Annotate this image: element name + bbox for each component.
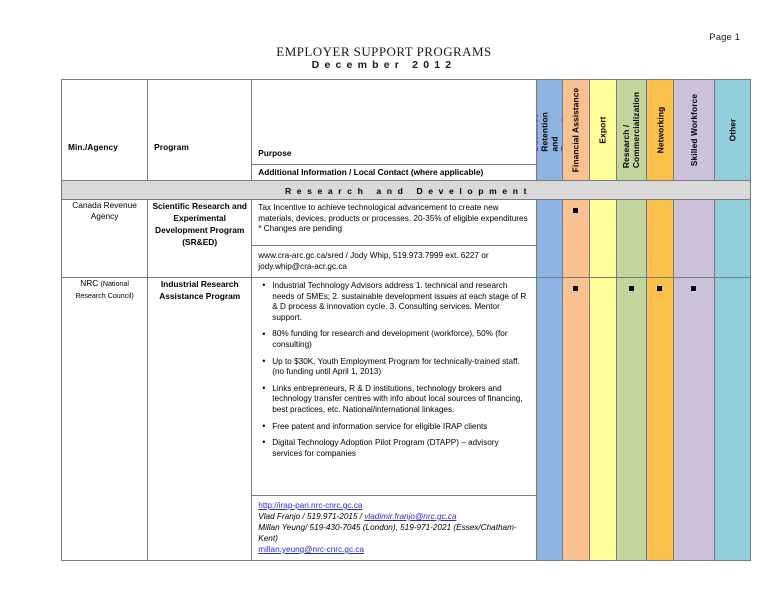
table-header-row: Min./Agency Program Purpose Additional Info… [60, 79, 752, 181]
header-label-agency: Min./Agency [68, 142, 118, 152]
cell-agency: NRC (National Research Council) [60, 276, 149, 561]
category-mark-icon [573, 285, 579, 291]
cell-category-networking [645, 199, 674, 278]
cell-category-skilled-workforce [672, 199, 715, 278]
cell-category-business-retention-and-expansion [535, 276, 563, 561]
contact-text: www.cra-arc.gc.ca/sred / Jody Whip, 519.… [258, 250, 489, 260]
cell-purpose-wrapper: Tax Incentive to achieve technological a… [251, 199, 537, 278]
category-mark-icon [628, 285, 634, 291]
cell-purpose-wrapper: Industrial Technology Advisors address 1… [251, 276, 537, 561]
header-cell-category-other: Other [713, 79, 752, 181]
cell-agency: Canada Revenue Agency [60, 199, 149, 278]
document-page: Page 1 EMPLOYER SUPPORT PROGRAMS Decembe… [0, 0, 768, 593]
header-cell-category-export: Export [588, 79, 617, 181]
cell-category-other [713, 276, 752, 561]
page-subtitle: December 2012 [311, 59, 457, 71]
programs-table: Min./Agency Program Purpose Additional Info… [60, 79, 752, 561]
purpose-bullet: Digital Technology Adoption Pilot Progra… [262, 437, 529, 460]
contact-line: millan.yeung@nrc-cnrc.gc.ca [258, 544, 529, 555]
header-cell-program: Program [147, 79, 253, 181]
cell-category-skilled-workforce [672, 276, 715, 561]
header-cell-agency: Min./Agency [60, 79, 149, 181]
cell-program: Scientific Research and Experimental Dev… [147, 199, 253, 278]
cell-purpose: Industrial Technology Advisors address 1… [252, 278, 536, 496]
cell-contact: http://irap-pari.nrc-cnrc.gc.ca Vlad Fran… [252, 496, 535, 560]
header-cell-category-skilled-workforce: Skilled Workforce [672, 79, 715, 181]
contact-line: www.cra-arc.gc.ca/sred / Jody Whip, 519.… [258, 250, 529, 261]
page-title: EMPLOYER SUPPORT PROGRAMS [276, 44, 492, 59]
table-row: Canada Revenue Agency Scientific Research … [60, 199, 752, 278]
page-number: Page 1 [709, 32, 740, 43]
category-mark-icon [691, 285, 697, 291]
category-mark-icon [573, 208, 579, 213]
header-cell-category-business-retention-and-expansion: Business Retention and Expansion [535, 79, 563, 181]
category-mark-icon [657, 285, 663, 291]
section-label: Research and Development [284, 186, 533, 196]
purpose-bullet: Up to $30K. Youth Employment Program for… [262, 356, 529, 379]
cell-category-networking [645, 276, 674, 561]
header-cell-category-financial-assistance: Financial Assistance [561, 79, 590, 181]
purpose-bullet: Free patent and information service for … [262, 421, 529, 433]
table-row: NRC (National Research Council) Industrial… [60, 276, 752, 561]
contact-link[interactable]: millan.yeung@nrc-cnrc.gc.ca [258, 545, 364, 554]
cell-contact: www.cra-arc.gc.ca/sred / Jody Whip, 519.… [252, 246, 535, 277]
purpose-bullet: Links entrepreneurs, R & D institutions,… [262, 383, 529, 416]
cell-category-financial-assistance [561, 199, 590, 278]
header-label-category: Financial Assistance [570, 87, 581, 173]
header-label-category: Export [597, 116, 608, 144]
purpose-bullet-list: Industrial Technology Advisors address 1… [258, 280, 529, 460]
section-divider-row: Research and Development [61, 180, 751, 200]
contact-line: Vlad Franjo / 519.971-2015 / vladimir.fr… [258, 511, 529, 522]
header-label-purpose: Purpose [252, 80, 536, 165]
section-divider-cell: Research and Development [61, 180, 751, 200]
contact-line: jody.whip@cra-acr.gc.ca [258, 261, 529, 272]
cell-category-export [588, 276, 617, 561]
cell-program: Industrial Research Assistance Program [147, 276, 253, 561]
contact-text: Vlad Franjo / 519.971-2015 / [258, 511, 365, 521]
header-label-category: Business Retention and Expansion [536, 108, 562, 152]
header-label-category: Other [727, 118, 738, 142]
header-label-category: Networking [654, 106, 665, 154]
contact-text: jody.whip@cra-acr.gc.ca [258, 261, 347, 271]
header-cell-purpose: Purpose Additional Information / Local Co… [251, 79, 537, 181]
contact-link[interactable]: http://irap-pari.nrc-cnrc.gc.ca [258, 501, 362, 510]
contact-text: Millan Yeung/ 519-430-7045 (London), 519… [258, 522, 517, 543]
cell-category-research-commercialization [615, 199, 647, 278]
header-label-additional-info: Additional Information / Local Contact (… [258, 167, 484, 177]
cell-category-other [713, 199, 752, 278]
contact-line: http://irap-pari.nrc-cnrc.gc.ca [258, 500, 529, 511]
cell-category-business-retention-and-expansion [535, 199, 563, 278]
cell-category-export [588, 199, 617, 278]
contact-line: Millan Yeung/ 519-430-7045 (London), 519… [258, 522, 529, 544]
purpose-bullet: 80% funding for research and development… [262, 329, 529, 351]
header-cell-category-research-commercialization: Research / Commercialization [615, 79, 647, 181]
header-cell-category-networking: Networking [645, 79, 674, 181]
header-label-category: Skilled Workforce [688, 93, 699, 167]
header-label-category: Research / Commercialization [621, 91, 642, 169]
header-label-program: Program [154, 142, 189, 152]
contact-link[interactable]: vladimir.franjo@nrc.gc.ca [364, 512, 456, 521]
cell-category-research-commercialization [615, 276, 647, 561]
purpose-bullet: Industrial Technology Advisors address 1… [262, 280, 529, 324]
cell-purpose: Tax Incentive to achieve technological a… [252, 200, 536, 246]
cell-category-financial-assistance [561, 276, 590, 561]
